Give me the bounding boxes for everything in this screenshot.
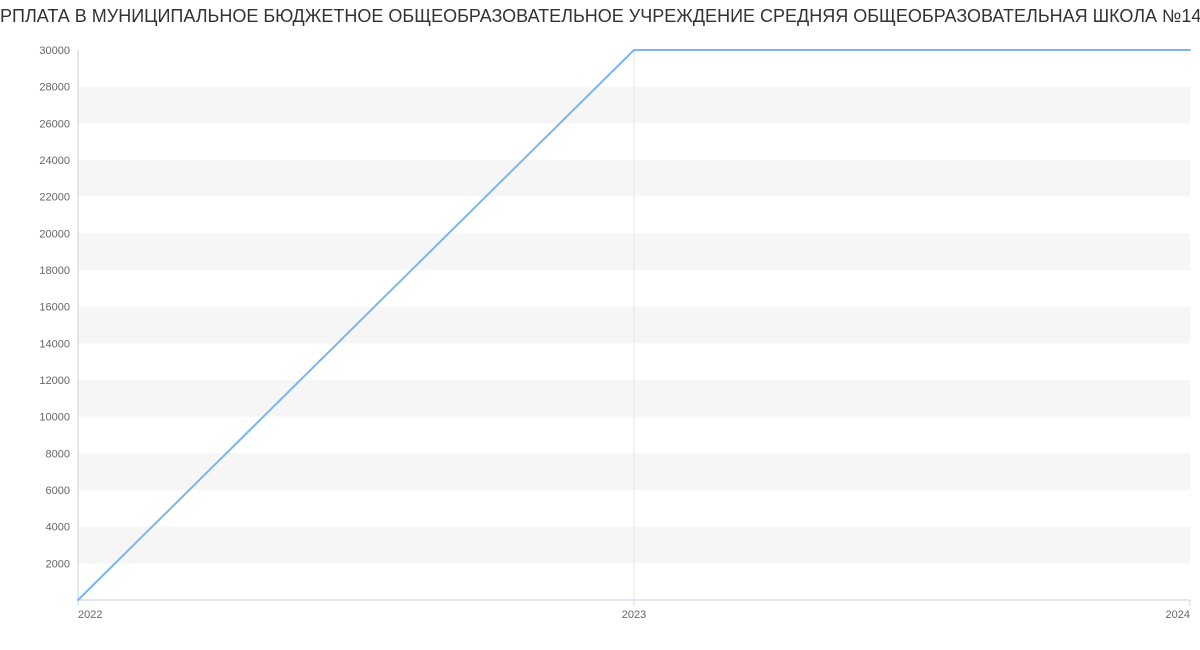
y-tick-label: 26000 (39, 118, 70, 130)
chart-title: РПЛАТА В МУНИЦИПАЛЬНОЕ БЮДЖЕТНОЕ ОБЩЕОБР… (0, 6, 1200, 27)
plot-area: 2000 4000 6000 8000 10000 12000 14000 16000 1800… (39, 45, 1190, 621)
y-tick-label: 4000 (46, 522, 70, 534)
y-tick-label: 12000 (39, 375, 70, 387)
y-tick-label: 6000 (46, 485, 70, 497)
x-tick-label: 2024 (1166, 609, 1190, 621)
y-tick-label: 14000 (39, 338, 70, 350)
y-tick-label: 16000 (39, 302, 70, 314)
y-tick-label: 20000 (39, 228, 70, 240)
x-tick-label: 2022 (78, 609, 102, 621)
x-tick-label: 2023 (622, 609, 646, 621)
y-tick-label: 18000 (39, 265, 70, 277)
y-tick-label: 28000 (39, 82, 70, 94)
y-tick-label: 30000 (39, 45, 70, 57)
chart-svg: 2000 4000 6000 8000 10000 12000 14000 16000 1800… (0, 0, 1200, 650)
y-tick-label: 22000 (39, 192, 70, 204)
chart-container: РПЛАТА В МУНИЦИПАЛЬНОЕ БЮДЖЕТНОЕ ОБЩЕОБР… (0, 0, 1200, 650)
y-tick-label: 10000 (39, 412, 70, 424)
y-tick-label: 24000 (39, 155, 70, 167)
y-tick-label: 8000 (46, 448, 70, 460)
y-tick-label: 2000 (46, 558, 70, 570)
